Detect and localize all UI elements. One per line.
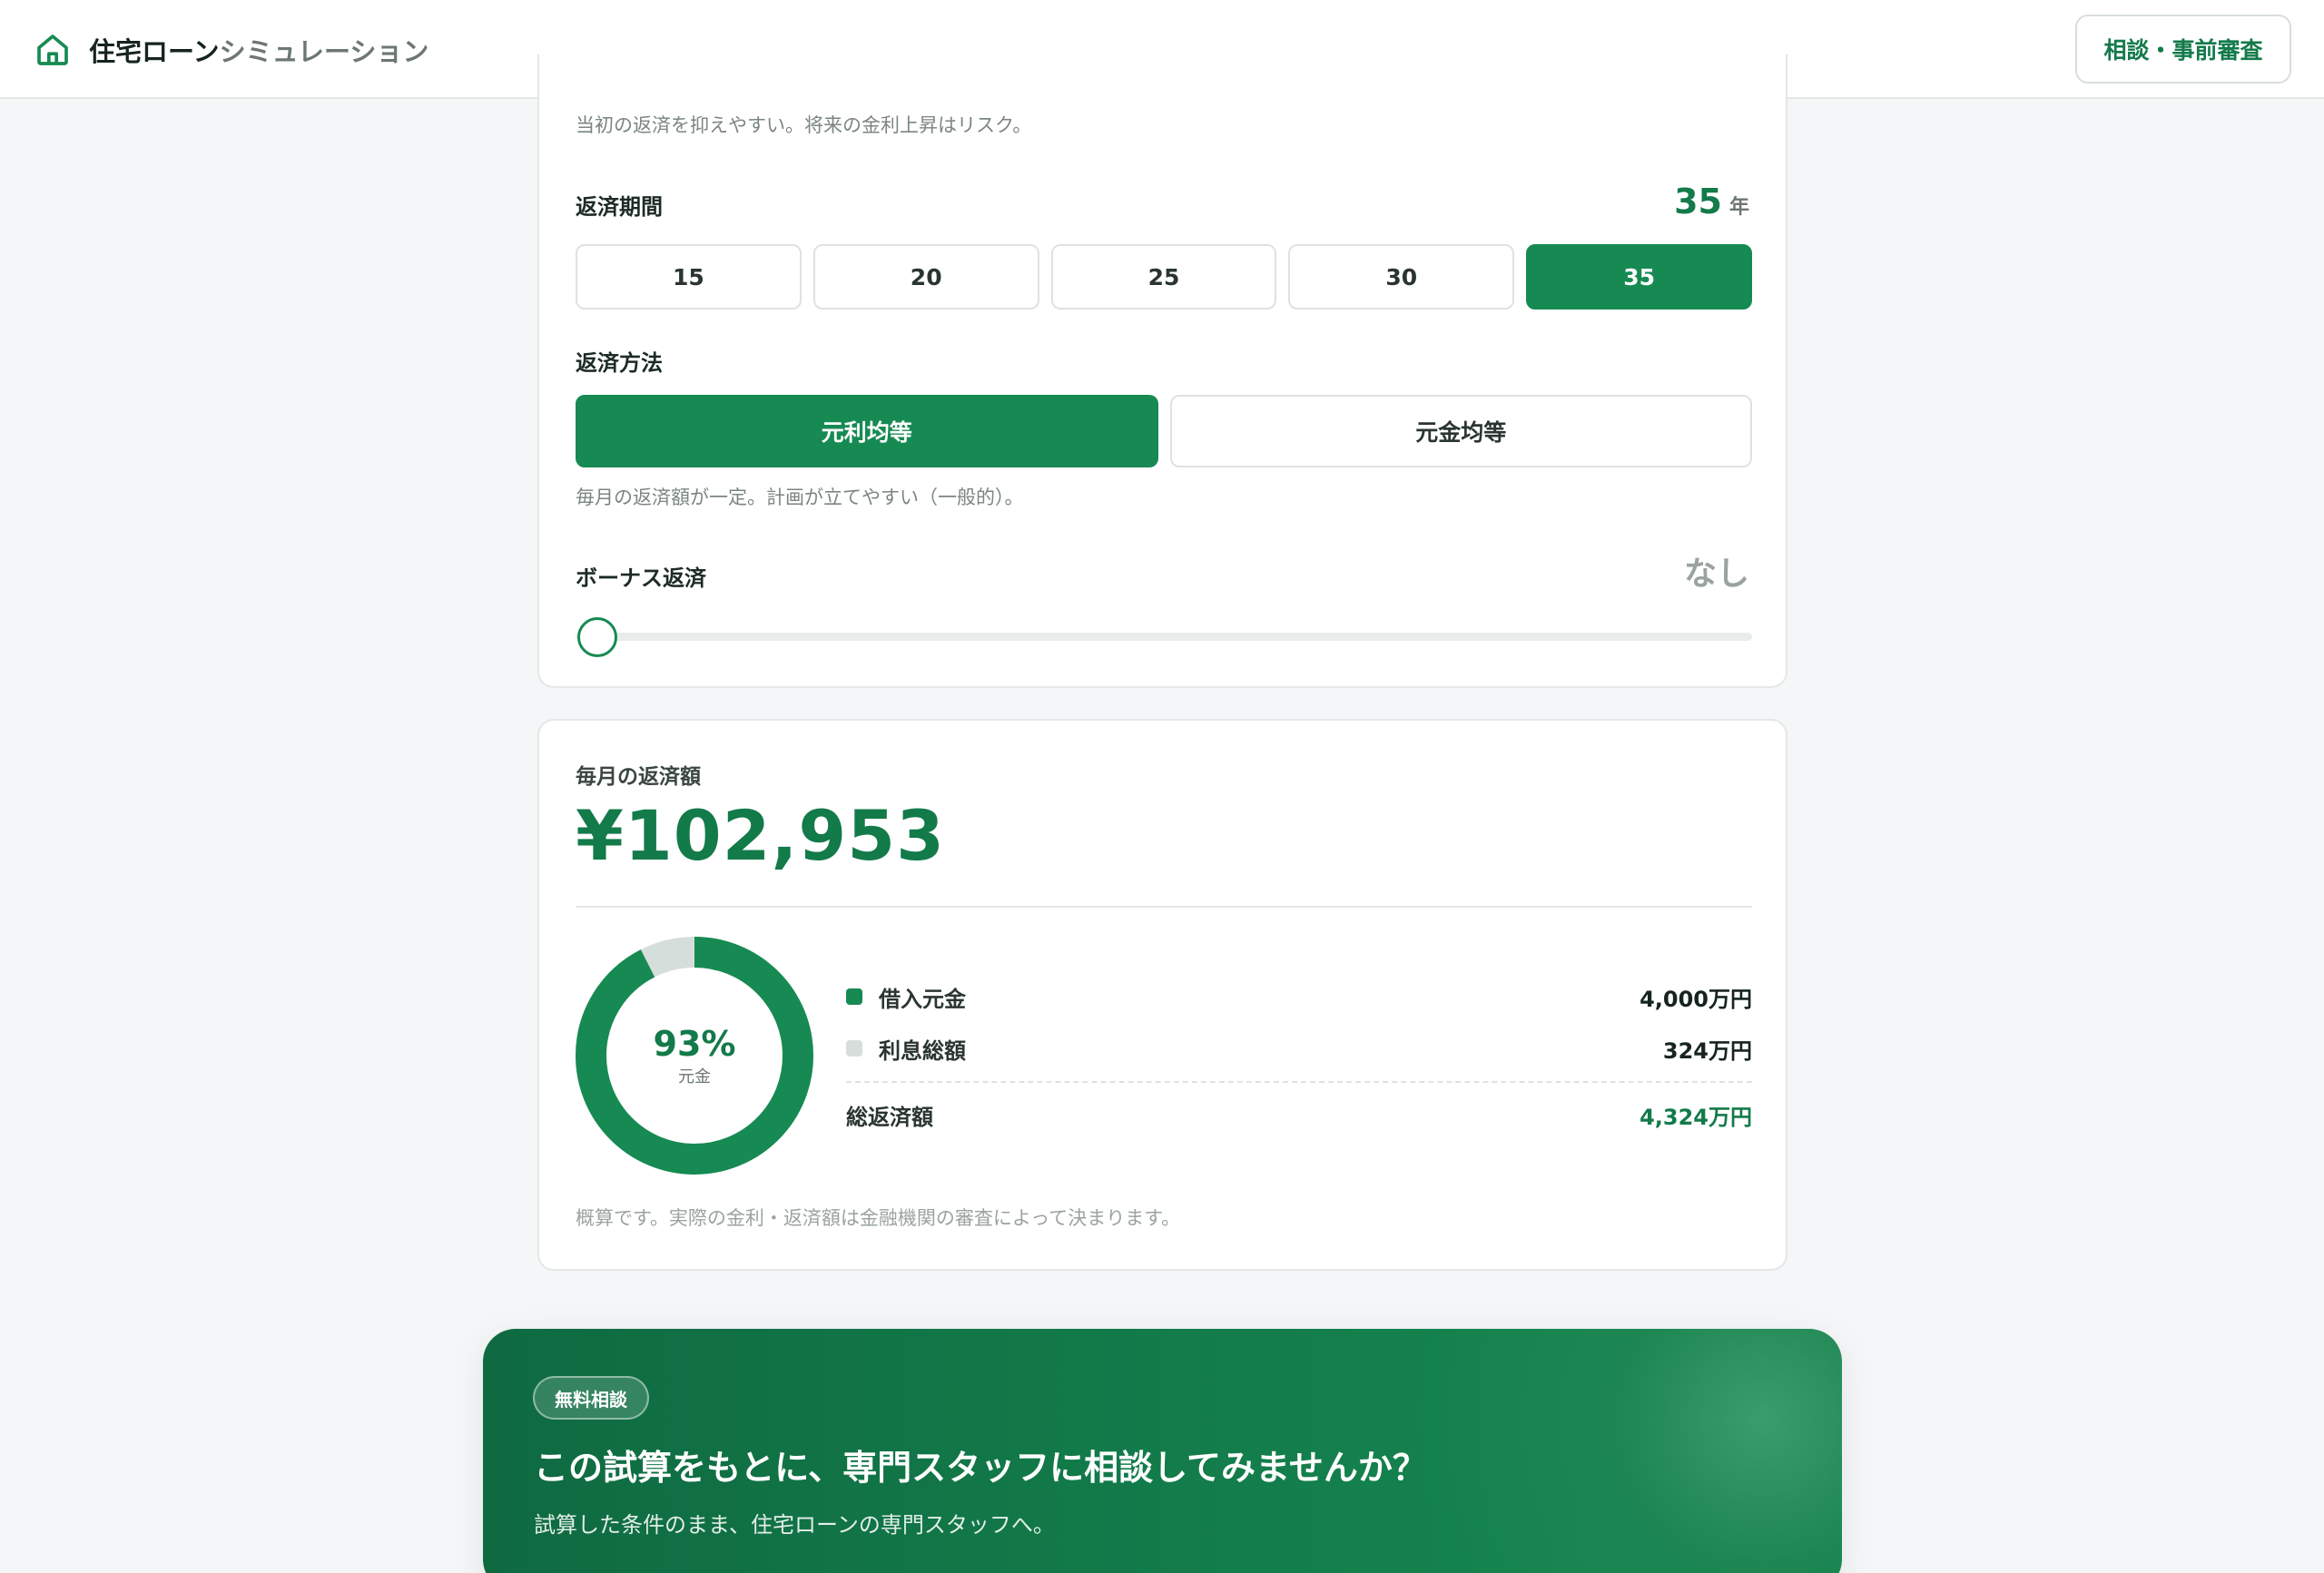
- legend-interest-name: 利息総額: [879, 1037, 966, 1064]
- interest-dot: [846, 1040, 862, 1057]
- method-label: 返済方法: [576, 350, 663, 376]
- period-number: 35: [1674, 182, 1722, 221]
- disclaimer: 概算です。実際の金利・返済額は金融機関の審査によって決まります。: [576, 1207, 1181, 1229]
- app-title-main: 住宅ローン: [89, 36, 220, 67]
- legend-principal-value: 4,000万円: [1640, 986, 1752, 1012]
- brand[interactable]: 住宅ローン シミュレーション: [34, 27, 428, 73]
- app-title-sub: シミュレーション: [219, 36, 429, 67]
- method-option-equal-payment[interactable]: 元利均等: [576, 395, 1158, 467]
- bonus-label: ボーナス返済: [576, 565, 706, 591]
- bonus-value: なし: [1683, 555, 1749, 593]
- legend-row-interest: 利息総額 324万円: [846, 1030, 1752, 1067]
- bonus-slider-track[interactable]: [576, 633, 1752, 641]
- donut-label: 元金: [678, 1067, 711, 1086]
- donut-percent: 93%: [653, 1024, 736, 1064]
- bonus-slider-thumb[interactable]: [577, 617, 617, 657]
- legend-row-total: 総返済額 4,324万円: [846, 1096, 1752, 1133]
- period-option-20[interactable]: 20: [812, 244, 1039, 310]
- result-divider: [576, 906, 1752, 908]
- monthly-payment-amount: ¥102,953: [576, 795, 946, 876]
- home-icon: [37, 34, 68, 65]
- cta-subtitle: 試算した条件のまま、住宅ローンの専門スタッフへ。: [534, 1512, 1055, 1538]
- consult-cta-banner: 無料相談 この試算をもとに、専門スタッフに相談してみませんか？ 試算した条件のま…: [483, 1329, 1842, 1573]
- monthly-payment-label: 毎月の返済額: [576, 765, 701, 789]
- total-label: 総返済額: [846, 1104, 933, 1130]
- period-option-15[interactable]: 15: [576, 244, 802, 310]
- legend-dashed-divider: [846, 1081, 1752, 1083]
- method-note: 毎月の返済額が一定。計画が立てやすい（一般的）。: [576, 487, 1024, 508]
- period-unit: 年: [1728, 196, 1749, 219]
- legend-interest-value: 324万円: [1662, 1037, 1752, 1064]
- period-value: 35 年: [1674, 182, 1749, 221]
- method-selector: 元利均等 元金均等: [576, 395, 1752, 467]
- loan-conditions-card: 当初の返済を抑えやすい。将来の金利上昇はリスク。 返済期間 35 年 15 20…: [537, 54, 1787, 688]
- result-card: 毎月の返済額 ¥102,953 93% 元金 借入元金 4,000万円 利息総額…: [537, 719, 1787, 1271]
- total-value: 4,324万円: [1640, 1104, 1752, 1130]
- free-consult-badge: 無料相談: [533, 1376, 649, 1420]
- principal-dot: [846, 988, 862, 1005]
- period-label: 返済期間: [576, 194, 663, 220]
- legend-principal-name: 借入元金: [879, 986, 966, 1012]
- rate-type-note: 当初の返済を抑えやすい。将来の金利上昇はリスク。: [576, 114, 1032, 136]
- legend-row-principal: 借入元金 4,000万円: [846, 978, 1752, 1015]
- period-option-35[interactable]: 35: [1526, 244, 1752, 310]
- period-option-25[interactable]: 25: [1050, 244, 1277, 310]
- consult-button[interactable]: 相談・事前審査: [2075, 15, 2291, 84]
- method-option-equal-principal[interactable]: 元金均等: [1169, 395, 1752, 467]
- period-selector: 15 20 25 30 35: [576, 244, 1752, 310]
- cta-title: この試算をもとに、専門スタッフに相談してみませんか？: [534, 1448, 1427, 1488]
- period-option-30[interactable]: 30: [1288, 244, 1515, 310]
